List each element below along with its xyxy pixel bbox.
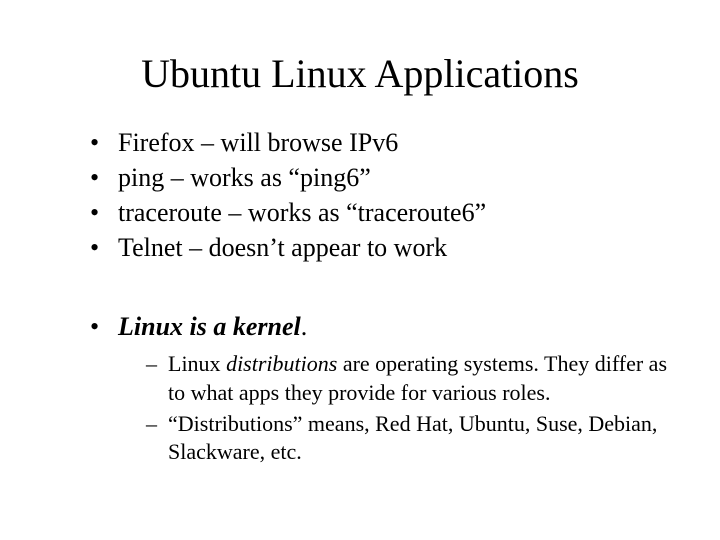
sub-list: Linux distributions are operating system…: [118, 350, 670, 466]
bullet-list-2: Linux is a kernel. Linux distributions a…: [50, 309, 670, 466]
bullet-item: Firefox – will browse IPv6: [90, 125, 670, 160]
kernel-dot: .: [301, 312, 308, 341]
bullet-item-kernel: Linux is a kernel. Linux distributions a…: [90, 309, 670, 466]
sub-item: “Distributions” means, Red Hat, Ubuntu, …: [146, 410, 670, 467]
sub-item: Linux distributions are operating system…: [146, 350, 670, 407]
bullet-list: Firefox – will browse IPv6 ping – works …: [50, 125, 670, 265]
sub-pre: Linux: [168, 351, 226, 376]
kernel-text: Linux is a kernel: [118, 312, 301, 341]
bullet-item: Telnet – doesn’t appear to work: [90, 230, 670, 265]
sub-em: distributions: [226, 351, 337, 376]
bullet-item: traceroute – works as “traceroute6”: [90, 195, 670, 230]
bullet-item: ping – works as “ping6”: [90, 160, 670, 195]
slide-title: Ubuntu Linux Applications: [50, 50, 670, 97]
